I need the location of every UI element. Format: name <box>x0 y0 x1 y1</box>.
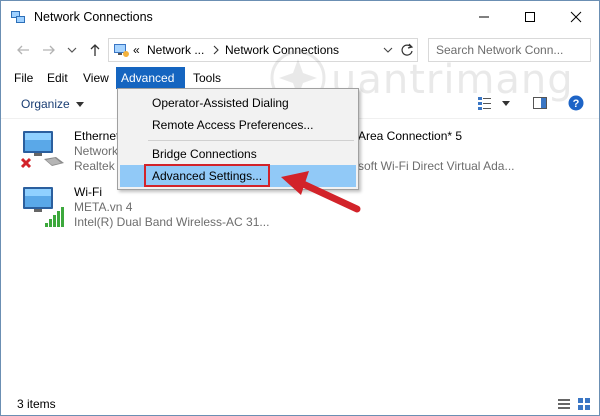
details-view-icon[interactable] <box>557 397 571 411</box>
recent-locations-button[interactable] <box>61 39 83 61</box>
minimize-button[interactable] <box>461 1 507 33</box>
menu-edit-label: Edit <box>47 71 68 85</box>
menu-item-operator-assisted-dialing[interactable]: Operator-Assisted Dialing <box>120 92 356 114</box>
menu-tools-label: Tools <box>193 71 222 85</box>
close-button[interactable] <box>553 1 599 33</box>
connection-wifi[interactable]: Wi-Fi META.vn 4 Intel(R) Dual Band Wirel… <box>20 185 280 233</box>
connection-device: soft Wi-Fi Direct Virtual Ada... <box>358 159 515 173</box>
menu-edit[interactable]: Edit <box>42 67 73 89</box>
address-dropdown-icon[interactable] <box>383 43 393 57</box>
status-bar: 3 items <box>1 393 599 415</box>
search-box[interactable]: Search Network Conn... <box>428 38 591 62</box>
search-placeholder: Search Network Conn... <box>436 43 564 57</box>
connection-status: META.vn 4 <box>74 200 133 214</box>
network-connections-window: Network Connections « Network ... Networ… <box>0 0 600 416</box>
organize-caret-icon <box>75 102 84 108</box>
view-options-dropdown-icon[interactable] <box>501 100 511 108</box>
menu-separator <box>148 140 354 141</box>
refresh-icon[interactable] <box>400 43 414 57</box>
highlight-box <box>144 164 270 187</box>
preview-pane-icon[interactable] <box>532 95 548 111</box>
up-arrow-icon <box>90 44 100 56</box>
menu-tools[interactable]: Tools <box>188 67 226 89</box>
up-button[interactable] <box>84 39 106 61</box>
address-overflow[interactable]: « <box>133 43 140 57</box>
title-bar: Network Connections <box>1 1 599 33</box>
svg-text:?: ? <box>573 98 580 110</box>
callout-arrow-icon <box>281 171 361 213</box>
connection-status: Network <box>74 144 119 158</box>
forward-arrow-icon <box>43 45 55 55</box>
organize-button[interactable]: Organize <box>21 97 84 111</box>
control-panel-icon <box>114 44 129 57</box>
menu-advanced[interactable]: Advanced <box>116 67 185 89</box>
window-title: Network Connections <box>34 10 153 24</box>
large-icons-view-icon[interactable] <box>577 397 591 411</box>
breadcrumb-network[interactable]: Network ... <box>147 43 204 57</box>
menu-file-label: File <box>14 71 34 85</box>
ethernet-disconnected-icon <box>20 131 64 169</box>
maximize-button[interactable] <box>507 1 553 33</box>
connection-name: Wi-Fi <box>74 185 102 199</box>
connection-device: Intel(R) Dual Band Wireless-AC 31... <box>74 215 270 229</box>
maximize-icon <box>525 12 535 22</box>
menu-file[interactable]: File <box>9 67 38 89</box>
menu-view-label: View <box>83 71 109 85</box>
menu-view[interactable]: View <box>78 67 114 89</box>
organize-label: Organize <box>21 97 70 111</box>
connection-device: Realtek <box>74 159 115 173</box>
menu-bar: File Edit View Advanced Tools <box>1 67 599 89</box>
minimize-icon <box>479 16 489 18</box>
change-view-icon[interactable] <box>477 95 493 111</box>
back-button[interactable] <box>12 39 34 61</box>
help-icon[interactable]: ? <box>568 95 584 111</box>
breadcrumb-separator-icon <box>213 45 219 55</box>
connection-name: Ethernet <box>74 129 120 143</box>
forward-button[interactable] <box>38 39 60 61</box>
close-icon <box>570 11 582 23</box>
chevron-down-icon <box>67 47 77 53</box>
back-arrow-icon <box>17 45 29 55</box>
navigation-bar: « Network ... Network Connections Search… <box>1 35 599 65</box>
address-bar[interactable]: « Network ... Network Connections <box>108 38 418 62</box>
menu-advanced-label: Advanced <box>121 71 175 85</box>
menu-item-remote-access-preferences[interactable]: Remote Access Preferences... <box>120 114 356 136</box>
network-connections-app-icon <box>11 11 25 23</box>
breadcrumb-network-connections[interactable]: Network Connections <box>225 43 339 57</box>
item-count: 3 items <box>17 397 56 411</box>
connection-local-area-5[interactable]: Area Connection* 5 soft Wi-Fi Direct Vir… <box>358 129 558 177</box>
wifi-adapter-icon <box>23 187 64 227</box>
connection-name: Area Connection* 5 <box>358 129 463 143</box>
